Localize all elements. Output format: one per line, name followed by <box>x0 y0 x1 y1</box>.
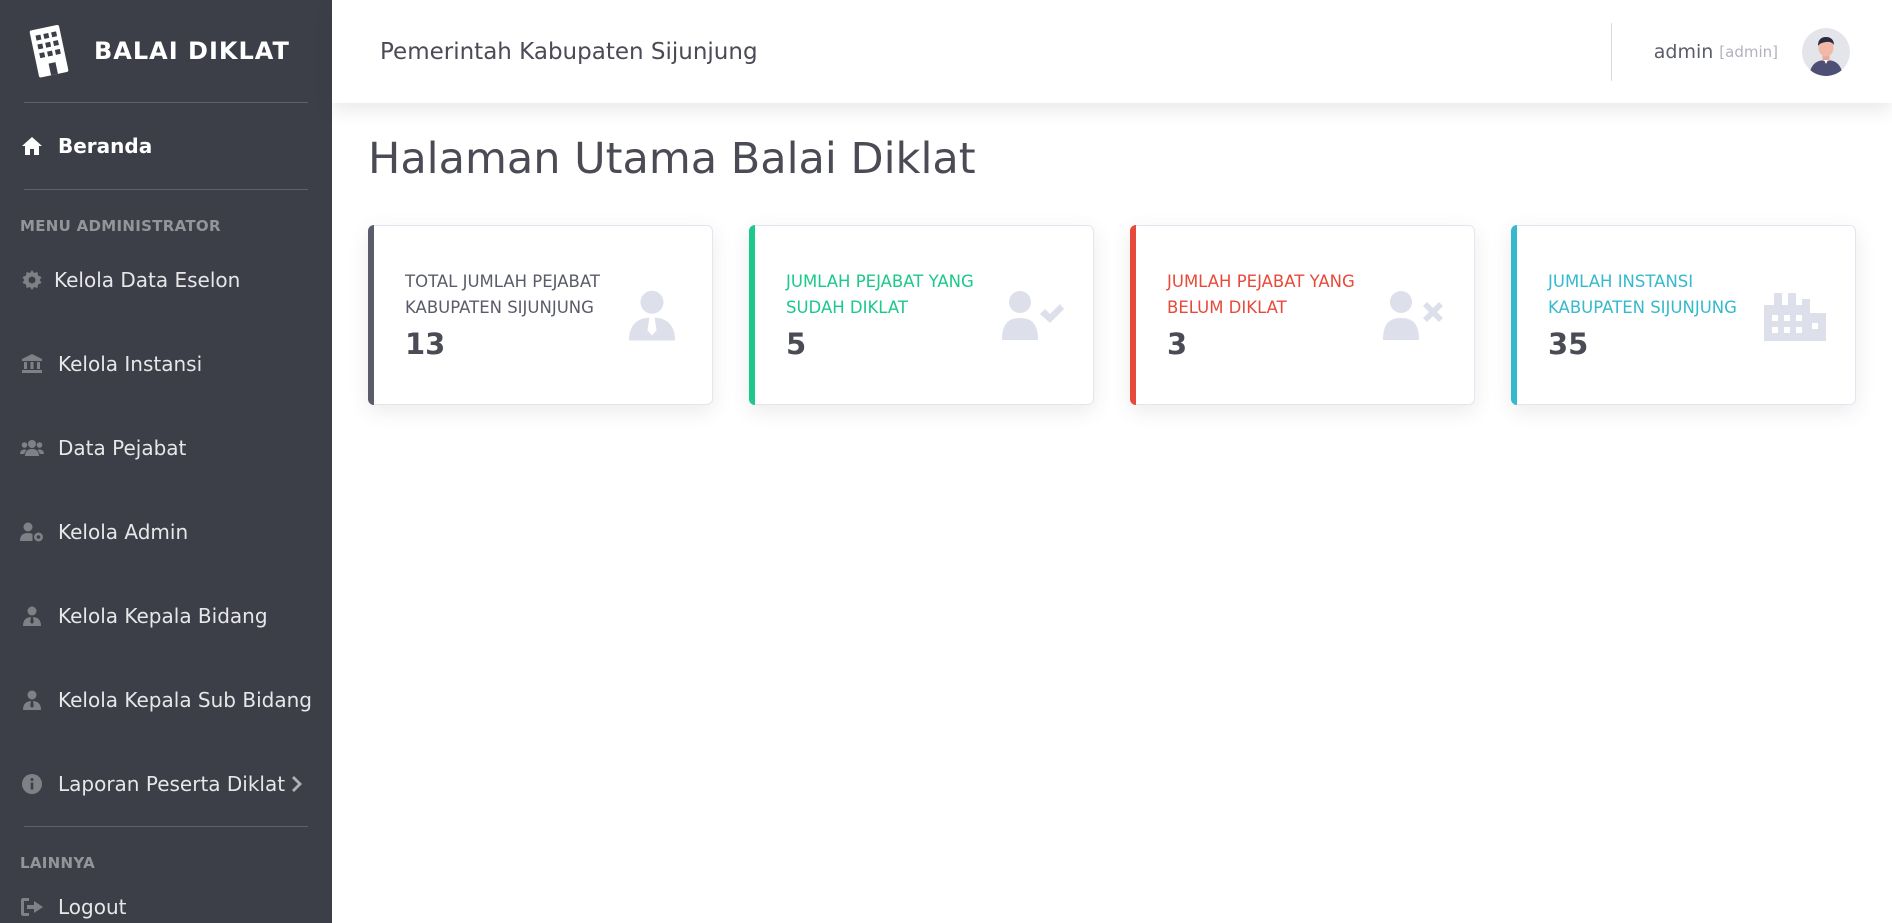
industry-icon <box>1763 287 1827 343</box>
user-role[interactable]: [admin] <box>1719 43 1778 61</box>
building-logo-icon <box>24 23 76 79</box>
card-accent-border <box>368 225 374 405</box>
card-value: 3 <box>1167 327 1188 361</box>
section-heading-lainnya: LAINNYA <box>20 854 95 872</box>
stat-card-sudah-diklat: JUMLAH PEJABAT YANG SUDAH DIKLAT 5 <box>749 225 1094 405</box>
user-times-icon <box>1382 287 1446 343</box>
sidebar-item-beranda[interactable]: Beranda <box>0 103 332 189</box>
brand-name: BALAI DIKLAT <box>94 37 290 65</box>
card-accent-border <box>1511 225 1517 405</box>
sidebar-item-label: Kelola Kepala Bidang <box>58 604 268 628</box>
sign-out-icon <box>20 895 44 919</box>
users-icon <box>20 436 44 460</box>
sidebar-item-label: Beranda <box>58 134 153 158</box>
cog-icon <box>20 268 44 292</box>
stat-card-total-pejabat: TOTAL JUMLAH PEJABAT KABUPATEN SIJUNJUNG… <box>368 225 713 405</box>
sidebar-item-kelola-kepala-bidang[interactable]: Kelola Kepala Bidang <box>0 574 332 658</box>
card-label: JUMLAH INSTANSI KABUPATEN SIJUNJUNG <box>1548 272 1737 317</box>
sidebar-item-kelola-data-eselon[interactable]: Kelola Data Eselon <box>0 238 332 322</box>
stat-card-jumlah-instansi: JUMLAH INSTANSI KABUPATEN SIJUNJUNG 35 <box>1511 225 1856 405</box>
card-accent-border <box>1130 225 1136 405</box>
sidebar-divider <box>24 826 308 827</box>
sidebar-item-logout[interactable]: Logout <box>0 872 332 923</box>
card-label: JUMLAH PEJABAT YANG BELUM DIKLAT <box>1167 272 1355 317</box>
sidebar-item-label: Kelola Admin <box>58 520 189 544</box>
home-icon <box>20 134 44 158</box>
card-accent-border <box>749 225 755 405</box>
card-label: JUMLAH PEJABAT YANG SUDAH DIKLAT <box>786 272 974 317</box>
section-heading-admin: MENU ADMINISTRATOR <box>20 217 221 235</box>
chevron-right-icon <box>292 776 302 792</box>
sidebar-item-kelola-instansi[interactable]: Kelola Instansi <box>0 322 332 406</box>
user-tie-icon <box>20 688 44 712</box>
sidebar-item-laporan-peserta-diklat[interactable]: Laporan Peserta Diklat <box>0 742 332 826</box>
landmark-icon <box>20 352 44 376</box>
card-value: 13 <box>405 327 446 361</box>
sidebar-item-label: Data Pejabat <box>58 436 187 460</box>
sidebar-item-label: Kelola Kepala Sub Bidang <box>58 688 312 712</box>
user-name[interactable]: admin <box>1654 41 1714 63</box>
sidebar-item-label: Kelola Instansi <box>58 352 203 376</box>
page-title: Halaman Utama Balai Diklat <box>368 134 976 184</box>
card-value: 35 <box>1548 327 1589 361</box>
info-circle-icon <box>20 772 44 796</box>
user-cog-icon <box>20 520 44 544</box>
topbar-divider <box>1610 22 1612 81</box>
avatar[interactable] <box>1802 27 1850 76</box>
sidebar: BALAI DIKLAT Beranda MENU ADMINISTRATOR … <box>0 0 332 923</box>
sidebar-item-data-pejabat[interactable]: Data Pejabat <box>0 406 332 490</box>
sidebar-item-label: Kelola Data Eselon <box>54 268 241 292</box>
sidebar-item-kelola-admin[interactable]: Kelola Admin <box>0 490 332 574</box>
sidebar-divider <box>24 189 308 190</box>
topbar-title: Pemerintah Kabupaten Sijunjung <box>380 38 758 65</box>
brand[interactable]: BALAI DIKLAT <box>0 0 332 102</box>
sidebar-item-kelola-kepala-sub-bidang[interactable]: Kelola Kepala Sub Bidang <box>0 658 332 742</box>
user-check-icon <box>1001 287 1065 343</box>
stat-cards: TOTAL JUMLAH PEJABAT KABUPATEN SIJUNJUNG… <box>368 225 1856 405</box>
sidebar-item-label: Laporan Peserta Diklat <box>58 772 286 796</box>
user-tie-icon <box>20 604 44 628</box>
topbar: Pemerintah Kabupaten Sijunjung admin [ad… <box>332 0 1892 103</box>
card-value: 5 <box>786 327 807 361</box>
user-tie-icon <box>620 287 684 343</box>
sidebar-item-label: Logout <box>58 895 127 919</box>
card-label: TOTAL JUMLAH PEJABAT KABUPATEN SIJUNJUNG <box>405 272 600 317</box>
stat-card-belum-diklat: JUMLAH PEJABAT YANG BELUM DIKLAT 3 <box>1130 225 1475 405</box>
